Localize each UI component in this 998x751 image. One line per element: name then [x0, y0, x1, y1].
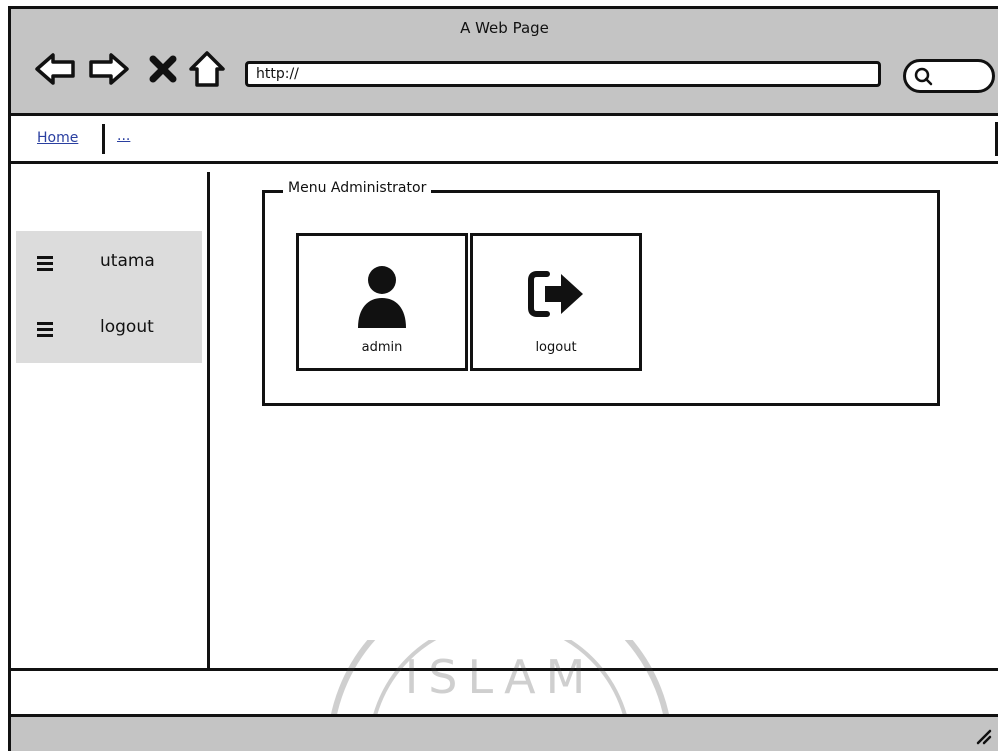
breadcrumb-more-link[interactable]: ... — [117, 128, 130, 144]
breadcrumb-home-link[interactable]: Home — [37, 130, 78, 146]
url-input[interactable]: http:// — [245, 61, 881, 87]
window-title: A Web Page — [460, 19, 549, 37]
admin-tile[interactable]: admin — [296, 233, 468, 371]
browser-status-bar — [8, 714, 998, 751]
hamburger-menu-icon — [37, 256, 53, 271]
menu-administrator-group: Menu Administrator admin logout — [262, 180, 940, 406]
user-icon — [358, 266, 406, 328]
sidebar-item-label: logout — [100, 317, 154, 337]
sidebar-item-utama[interactable]: utama — [16, 245, 202, 285]
forward-arrow-icon[interactable] — [87, 47, 131, 91]
hamburger-menu-icon — [37, 322, 53, 337]
browser-titlebar: A Web Page http:// — [8, 6, 998, 116]
sidebar-divider — [207, 172, 210, 668]
search-icon[interactable] — [914, 67, 934, 87]
search-input[interactable] — [903, 59, 995, 93]
sidebar-item-label: utama — [100, 251, 155, 271]
group-title: Menu Administrator — [283, 180, 432, 196]
content-footer-divider — [8, 668, 998, 671]
logout-tile[interactable]: logout — [470, 233, 642, 371]
resize-grip-icon[interactable] — [974, 727, 992, 745]
home-icon[interactable] — [185, 47, 229, 91]
back-arrow-icon[interactable] — [33, 47, 77, 91]
sidebar-item-logout[interactable]: logout — [16, 311, 202, 351]
breadcrumb: Home ... — [8, 116, 998, 164]
tile-label: logout — [535, 340, 577, 355]
close-x-icon[interactable] — [141, 47, 185, 91]
tile-label: admin — [361, 340, 403, 355]
sign-out-icon — [528, 271, 583, 317]
sidebar-menu: utama logout — [16, 231, 202, 363]
breadcrumb-separator — [102, 124, 105, 154]
